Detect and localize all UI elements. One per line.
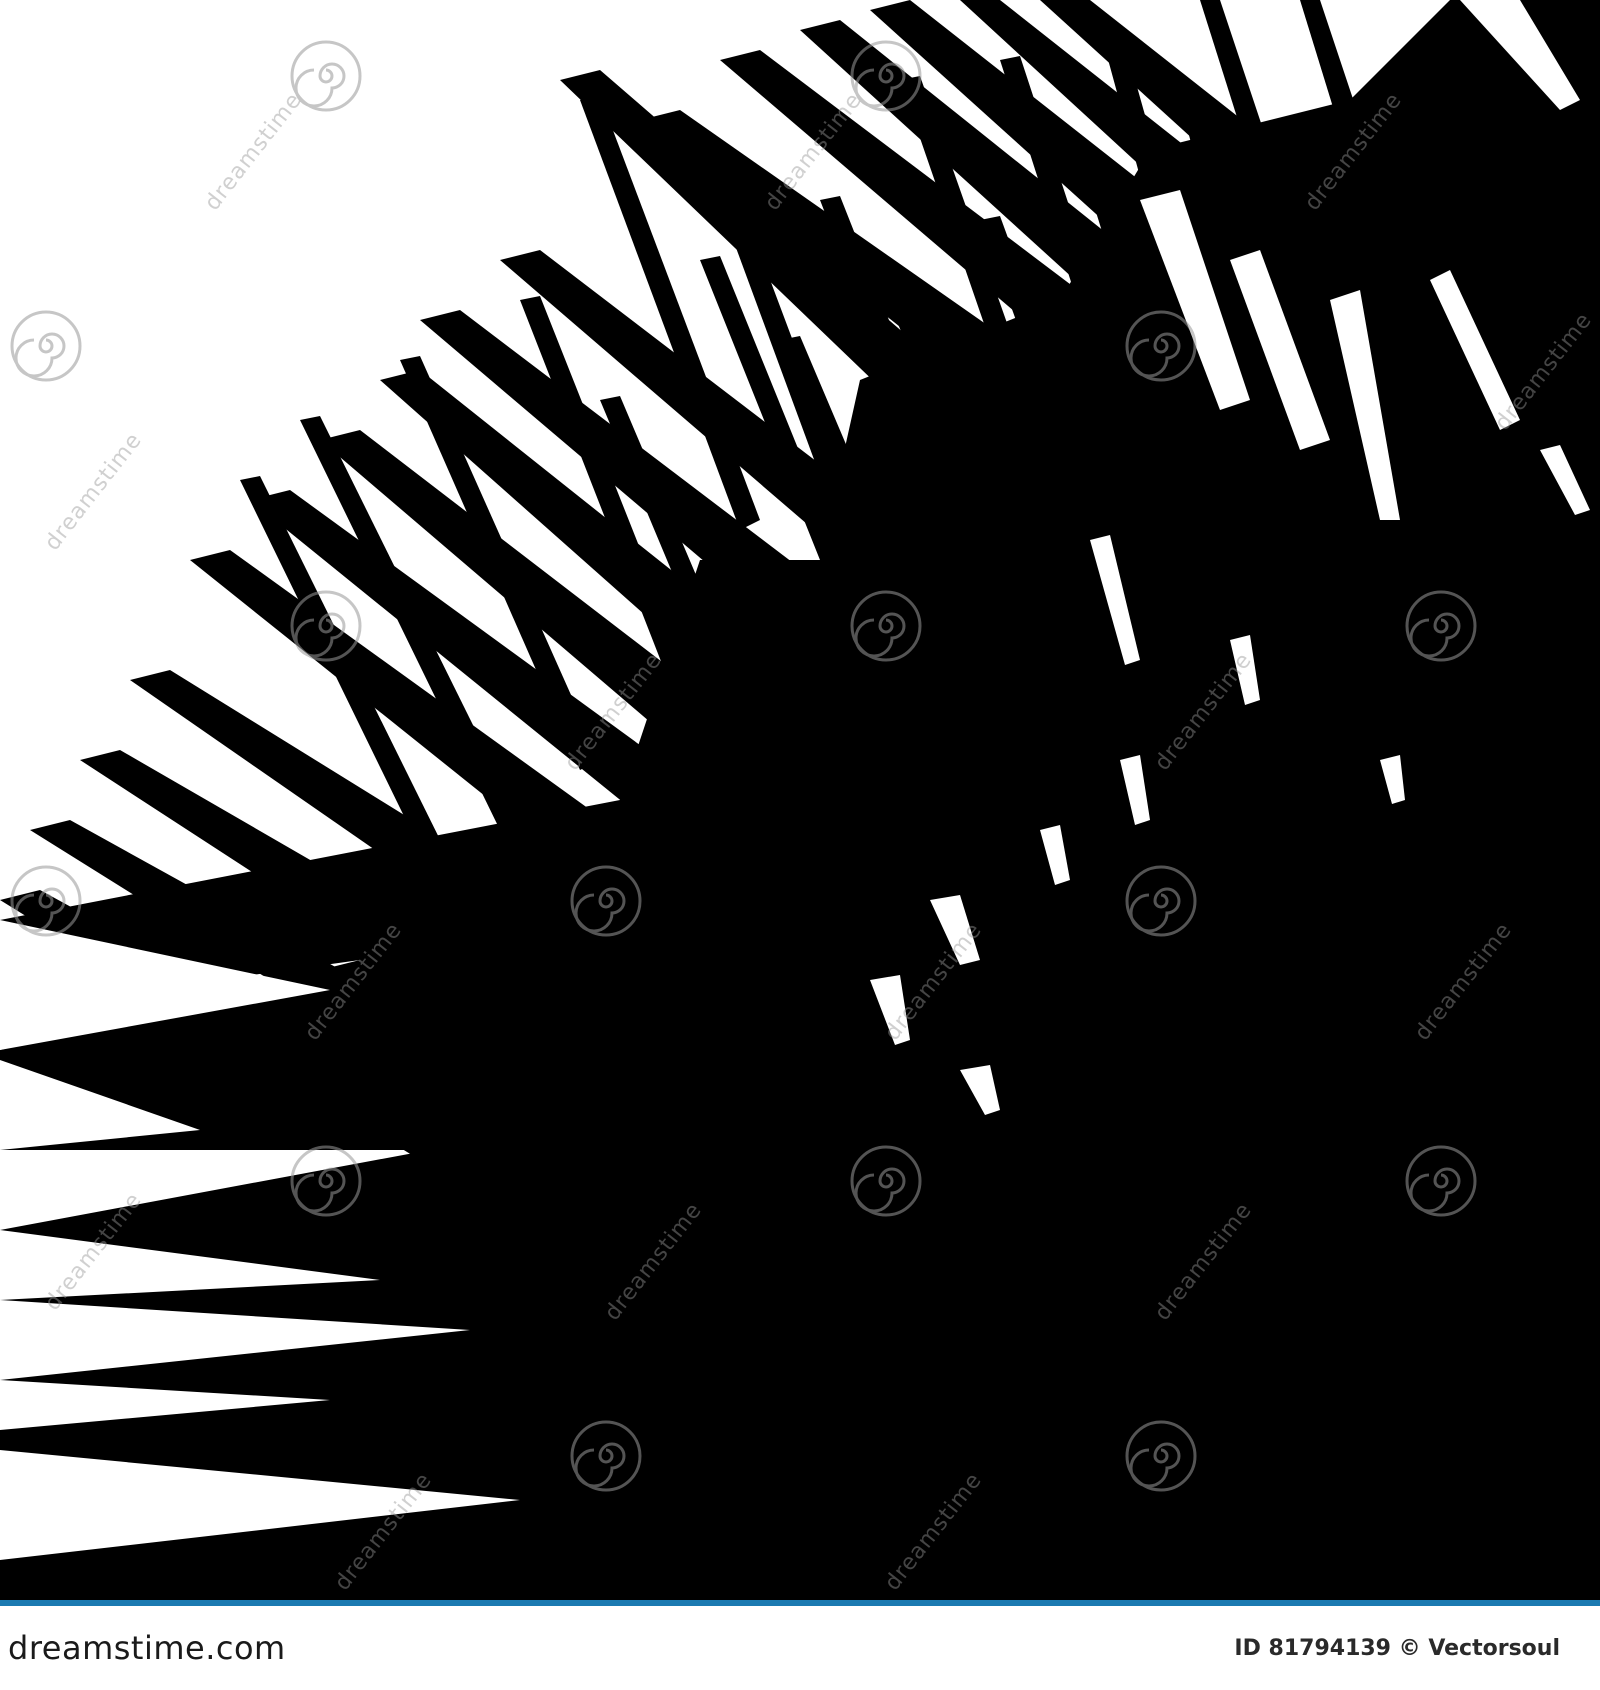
artwork-stage: dreamstime dreamstime dreamstime dreamst…: [0, 0, 1600, 1600]
dreamstime-logo[interactable]: dreamstime.com: [8, 1629, 286, 1667]
image-meta: ID 81794139 © Vectorsoul: [1234, 1636, 1560, 1661]
copyright-author: © Vectorsoul: [1398, 1635, 1560, 1661]
stock-footer-bar: dreamstime.com ID 81794139 © Vectorsoul: [0, 1600, 1600, 1690]
image-id: ID 81794139: [1234, 1635, 1399, 1661]
brand-text: dreamstime.com: [8, 1629, 286, 1667]
spiky-texture-illustration: [0, 0, 1600, 1600]
